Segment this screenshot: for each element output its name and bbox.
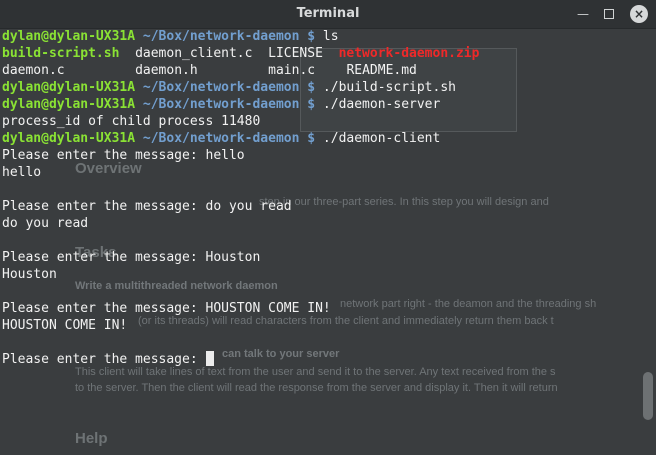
message-prompt-line: Please enter the message: Houston	[0, 249, 656, 266]
message-echo: Houston	[2, 267, 57, 282]
message-prompt: Please enter the message:	[2, 148, 206, 163]
message-prompt-line: Please enter the message: HOUSTON COME I…	[0, 300, 656, 317]
command-text: ./daemon-server	[322, 97, 441, 112]
command-text: ./daemon-client	[322, 131, 441, 146]
message-prompt: Please enter the message:	[2, 250, 206, 265]
file-entry: main.c	[268, 63, 316, 78]
window-title: Terminal	[296, 6, 360, 21]
file-entry: network-daemon.zip	[338, 46, 480, 61]
prompt-path: ~/Box/network-daemon	[142, 131, 300, 146]
maximize-icon[interactable]	[601, 6, 617, 22]
message-echo: HOUSTON COME IN!	[2, 318, 128, 333]
text-cursor	[205, 351, 214, 366]
file-entry: daemon.h	[135, 63, 198, 78]
file-entry: daemon_client.c	[135, 46, 253, 61]
message-echo: do you read	[2, 216, 89, 231]
message-prompt: Please enter the message:	[2, 199, 206, 214]
prompt-symbol: $	[307, 131, 316, 146]
scrollbar-thumb[interactable]	[643, 372, 653, 420]
file-entry: build-script.sh	[2, 46, 120, 61]
message-input: Houston	[205, 250, 261, 265]
file-entry: README.md	[346, 63, 417, 78]
ls-row: build-script.sh daemon_client.c LICENSE …	[0, 45, 656, 62]
close-icon[interactable]: ×	[630, 5, 648, 23]
prompt-path: ~/Box/network-daemon	[142, 97, 300, 112]
prompt-path: ~/Box/network-daemon	[142, 80, 300, 95]
prompt-path: ~/Box/network-daemon	[142, 29, 300, 44]
prompt-user: dylan@dylan-UX31A	[2, 80, 136, 95]
command-text: ls	[322, 29, 339, 44]
terminal-line: dylan@dylan-UX31A ~/Box/network-daemon $…	[0, 79, 656, 96]
ls-row: daemon.c daemon.h main.c README.md	[0, 62, 656, 79]
message-prompt: Please enter the message:	[2, 301, 206, 316]
message-echo: hello	[2, 165, 42, 180]
message-prompt-line: Please enter the message: hello	[0, 147, 656, 164]
prompt-user: dylan@dylan-UX31A	[2, 131, 136, 146]
server-output: process_id of child process 11480	[2, 114, 261, 129]
window-titlebar[interactable]: Terminal — ×	[0, 0, 656, 29]
message-prompt-line: Please enter the message: do you read	[0, 198, 656, 215]
message-input: do you read	[205, 199, 292, 214]
message-prompt: Please enter the message:	[2, 352, 206, 367]
prompt-symbol: $	[307, 97, 316, 112]
terminal-line: dylan@dylan-UX31A ~/Box/network-daemon $…	[0, 130, 656, 147]
minimize-icon[interactable]: —	[575, 6, 591, 22]
prompt-user: dylan@dylan-UX31A	[2, 97, 136, 112]
command-text: ./build-script.sh	[322, 80, 456, 95]
file-entry: LICENSE	[268, 46, 323, 61]
file-entry: daemon.c	[2, 63, 65, 78]
prompt-user: dylan@dylan-UX31A	[2, 29, 136, 44]
message-input: hello	[205, 148, 245, 163]
prompt-symbol: $	[307, 80, 316, 95]
current-input-line[interactable]: Please enter the message:	[0, 351, 656, 368]
message-input: HOUSTON COME IN!	[205, 301, 331, 316]
prompt-symbol: $	[307, 29, 316, 44]
terminal-output[interactable]: dylan@dylan-UX31A ~/Box/network-daemon $…	[0, 28, 656, 455]
terminal-line: dylan@dylan-UX31A ~/Box/network-daemon $…	[0, 28, 656, 45]
terminal-line: dylan@dylan-UX31A ~/Box/network-daemon $…	[0, 96, 656, 113]
